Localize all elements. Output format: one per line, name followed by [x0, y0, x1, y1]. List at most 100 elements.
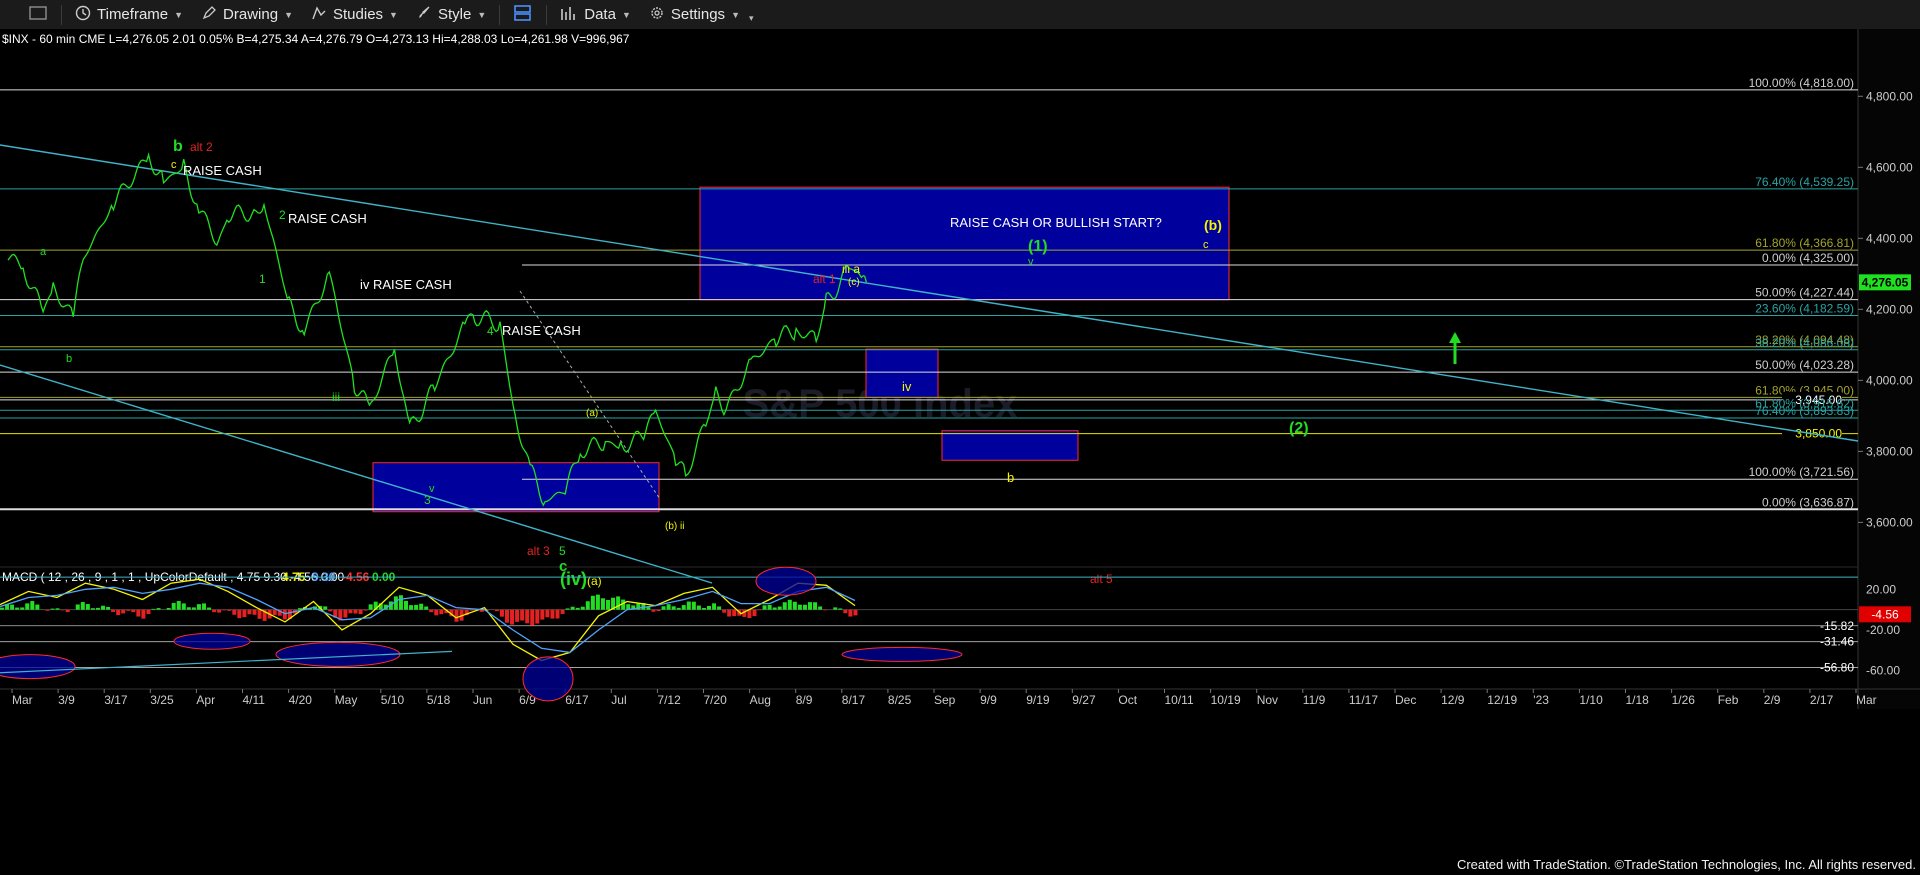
macd-histogram-bar [242, 609, 247, 618]
macd-histogram-bar [520, 609, 525, 621]
macd-histogram-bar [136, 609, 141, 617]
toolbar-studies-button[interactable]: Studies ▼ [302, 0, 407, 29]
macd-histogram-bar [833, 607, 838, 610]
macd-histogram-bar [252, 609, 257, 615]
macd-histogram-bar [499, 609, 504, 617]
price-axis-label: 4,200.00 [1866, 302, 1913, 316]
macd-histogram-bar [590, 595, 595, 610]
wave-label: alt 5 [1090, 572, 1113, 586]
wave-label: c [1203, 239, 1209, 251]
price-axis-label: 4,000.00 [1866, 373, 1913, 387]
macd-histogram-bar [217, 609, 222, 613]
wave-label: (2) [1289, 420, 1309, 437]
macd-histogram-bar [363, 609, 368, 611]
date-axis-label: 7/12 [657, 693, 681, 707]
macd-axis-label: 20.00 [1866, 582, 1896, 596]
macd-histogram-bar [95, 607, 100, 610]
macd-histogram-bar [343, 609, 348, 618]
date-axis-label: 4/11 [243, 693, 266, 707]
macd-histogram-bar [166, 608, 171, 610]
brush-icon [416, 5, 432, 25]
macd-histogram-bar [424, 606, 429, 610]
macd-histogram-bar [191, 607, 196, 610]
macd-histogram-bar [196, 604, 201, 610]
macd-histogram-bar [15, 607, 20, 610]
macd-histogram-bar [272, 609, 277, 616]
chevron-down-icon: ▼ [389, 9, 398, 20]
macd-histogram-bar [75, 604, 80, 610]
macd-histogram-bar [712, 603, 717, 610]
toolbar-style-button[interactable]: Style ▼ [407, 0, 495, 29]
wave-label: a [40, 246, 47, 258]
toolbar-data-button[interactable]: Data ▼ [551, 0, 640, 29]
toolbar-drawing-button[interactable]: Drawing ▼ [192, 0, 302, 29]
macd-histogram-bar [141, 609, 146, 619]
date-axis-label: Jun [473, 693, 492, 707]
overflow-chevron-icon[interactable]: ▾ [749, 13, 754, 24]
wave-label: 3 [424, 493, 431, 507]
wave-label: (a) [586, 408, 598, 419]
date-axis-label: '23 [1533, 693, 1549, 707]
date-axis-label: 1/18 [1626, 693, 1650, 707]
macd-histogram-bar [535, 609, 540, 624]
macd-highlight-ellipse [0, 654, 76, 680]
wave-label: iii a [842, 262, 860, 276]
macd-histogram-bar [131, 609, 136, 613]
macd-histogram-bar [171, 602, 176, 610]
toolbar-settings-button[interactable]: Settings ▼ [640, 0, 749, 29]
macd-axis-label: -20.00 [1866, 623, 1900, 637]
wave-label: b [66, 353, 72, 365]
date-axis-label: 6/17 [565, 693, 589, 707]
macd-histogram-bar [722, 609, 727, 613]
pencil-icon [201, 5, 217, 25]
date-axis-label: Aug [750, 693, 771, 707]
date-axis-label: 12/19 [1487, 693, 1517, 707]
macd-histogram-bar [676, 607, 681, 610]
price-axis-label: 4,400.00 [1866, 231, 1913, 245]
date-axis-label: 4/20 [289, 693, 313, 707]
price-axis-label: 3,600.00 [1866, 515, 1913, 529]
toolbar-label: Data [584, 6, 616, 23]
macd-histogram-bar [176, 600, 181, 610]
date-axis-label: 9/9 [980, 693, 997, 707]
macd-histogram-bar [494, 609, 499, 612]
macd-histogram-bar [85, 604, 90, 610]
macd-histogram-bar [257, 609, 262, 619]
date-axis-label: 10/19 [1211, 693, 1241, 707]
date-axis-label: Mar [1856, 693, 1877, 707]
macd-histogram-bar [156, 608, 161, 610]
macd-last-tag: -4.56 [1871, 607, 1899, 621]
chart-area[interactable]: $INX - 60 min CME L=4,276.05 2.01 0.05% … [0, 29, 1920, 875]
date-axis-label: Sep [934, 693, 956, 707]
wave-label: iv [902, 379, 912, 394]
macd-histogram-bar [732, 609, 737, 617]
toolbar-timeframe-button[interactable]: Timeframe ▼ [66, 0, 192, 29]
macd-histogram-bar [575, 607, 580, 610]
date-axis-label: Dec [1395, 693, 1416, 707]
fib-level-label: 38.20% (4,086.08) [1755, 336, 1854, 350]
date-axis-label: Nov [1257, 693, 1278, 707]
macd-histogram-bar [116, 609, 121, 616]
macd-highlight-ellipse [755, 566, 817, 596]
toolbar-layout-button[interactable] [504, 0, 542, 29]
macd-histogram-bar [186, 607, 191, 610]
toolbar-window-button[interactable] [0, 0, 57, 29]
toolbar-separator [61, 4, 62, 25]
macd-histogram-bar [348, 609, 353, 614]
macd-axis-label: -60.00 [1866, 664, 1900, 678]
macd-histogram-bar [767, 604, 772, 610]
zone-wave-iv-bottom [372, 462, 660, 513]
macd-histogram-bar [727, 609, 732, 617]
wave-label: v [1028, 256, 1034, 268]
chevron-down-icon: ▼ [284, 9, 293, 20]
wave-label: (b) ii [665, 521, 684, 532]
chevron-down-icon: ▼ [477, 9, 487, 20]
date-axis-label: 9/19 [1026, 693, 1050, 707]
toolbar-separator [499, 4, 501, 25]
macd-histogram-bar [121, 609, 126, 614]
date-axis-label: 10/11 [1165, 693, 1194, 707]
wave-label: b [173, 138, 183, 155]
macd-histogram-bar [323, 606, 328, 610]
fib-level-label: 50.00% (4,023.28) [1755, 358, 1854, 372]
toolbar-label: Settings [670, 6, 726, 23]
